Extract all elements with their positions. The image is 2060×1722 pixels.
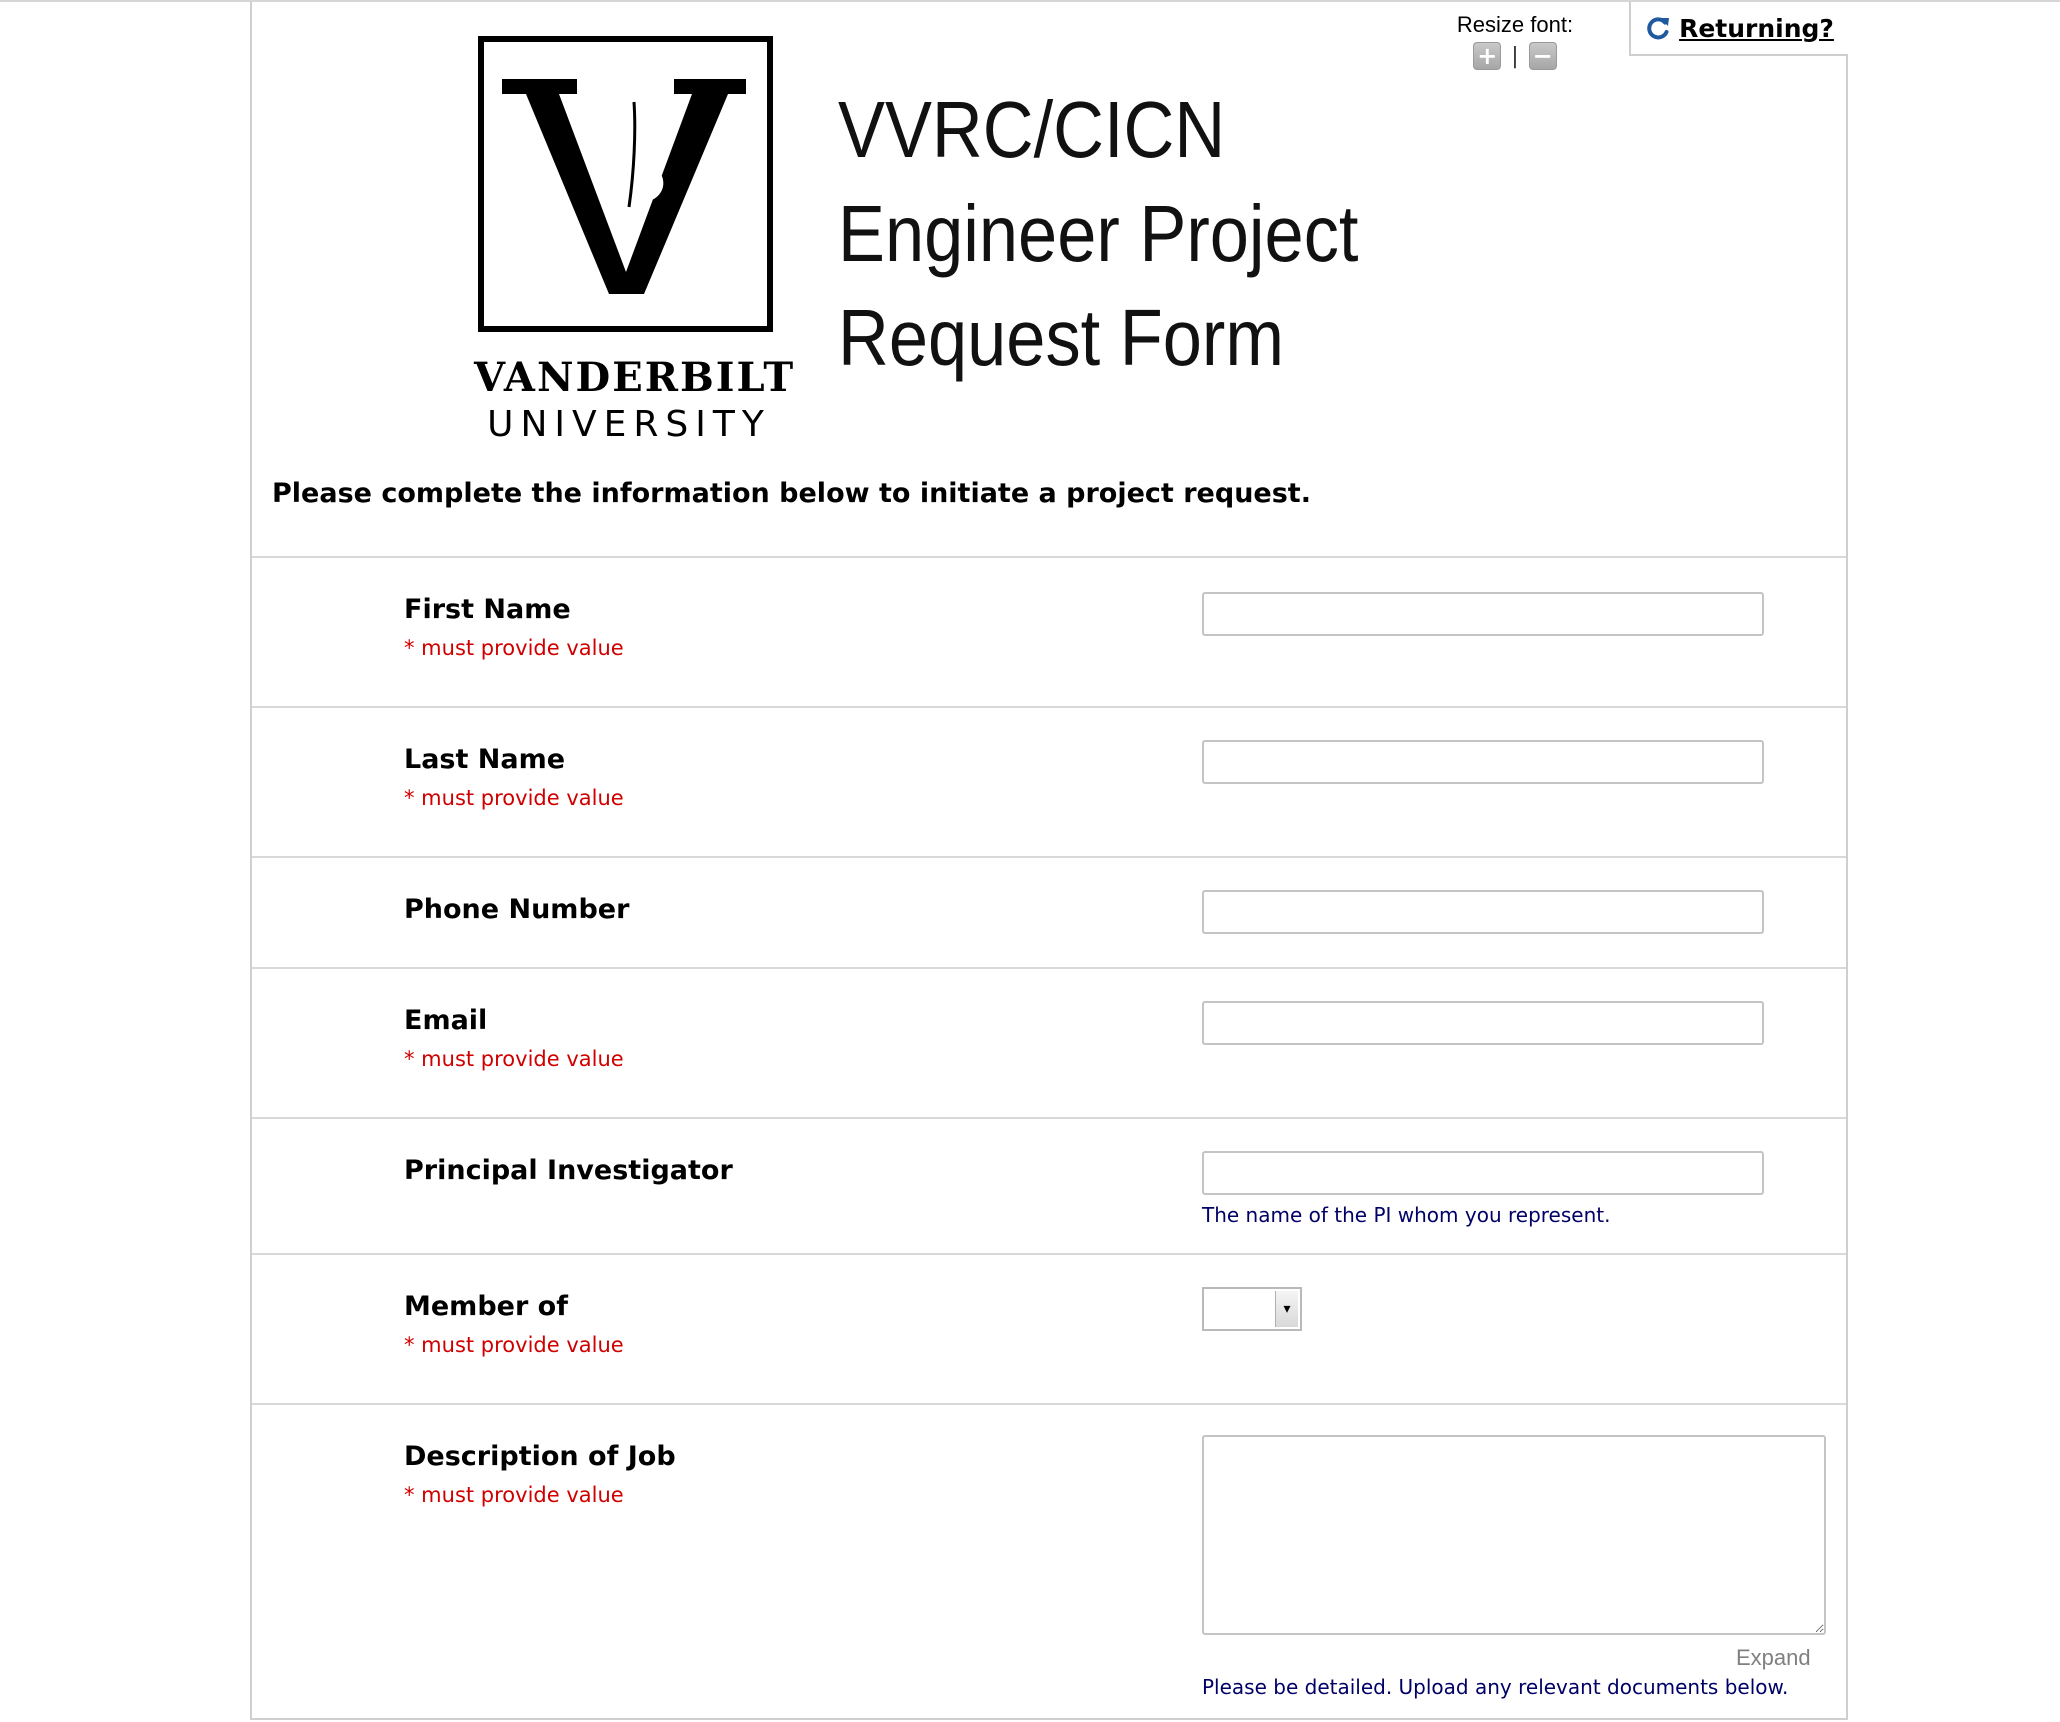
minus-icon: − bbox=[1532, 42, 1553, 70]
email-row: Email * must provide value bbox=[252, 967, 1846, 1117]
description-note: Please be detailed. Upload any relevant … bbox=[1202, 1675, 1789, 1699]
description-label: Description of Job bbox=[404, 1441, 676, 1472]
form-panel: Resize font: + | − Returning? VANDERBILT… bbox=[250, 2, 1848, 1720]
email-input[interactable] bbox=[1202, 1001, 1764, 1045]
expand-link[interactable]: Expand bbox=[1736, 1645, 1811, 1671]
decrease-font-button[interactable]: − bbox=[1528, 42, 1557, 70]
email-required-note: * must provide value bbox=[404, 1047, 624, 1071]
first-name-input[interactable] bbox=[1202, 592, 1764, 636]
member-of-row: Member of * must provide value ▾ bbox=[252, 1253, 1846, 1403]
plus-icon: + bbox=[1477, 42, 1498, 70]
resize-font-buttons: + | − bbox=[1440, 42, 1590, 70]
logo-university-subtitle: UNIVERSITY bbox=[487, 404, 771, 445]
increase-font-button[interactable]: + bbox=[1473, 42, 1502, 70]
logo-frame bbox=[478, 36, 773, 332]
title-line-2: Engineer Project bbox=[838, 189, 1359, 278]
description-textarea[interactable] bbox=[1202, 1435, 1826, 1635]
first-name-label: First Name bbox=[404, 594, 571, 625]
member-of-required-note: * must provide value bbox=[404, 1333, 624, 1357]
logo-university-name: VANDERBILT bbox=[474, 354, 796, 401]
principal-investigator-input[interactable] bbox=[1202, 1151, 1764, 1195]
phone-number-input[interactable] bbox=[1202, 890, 1764, 934]
last-name-row: Last Name * must provide value bbox=[252, 706, 1846, 856]
form-title: VVRC/CICN Engineer Project Request Form bbox=[838, 78, 1358, 390]
principal-investigator-label: Principal Investigator bbox=[404, 1155, 733, 1186]
member-of-select[interactable]: ▾ bbox=[1202, 1287, 1302, 1331]
caret-down-icon[interactable]: ▾ bbox=[1275, 1291, 1298, 1327]
resize-font-control: Resize font: + | − bbox=[1440, 12, 1590, 70]
last-name-label: Last Name bbox=[404, 744, 566, 775]
principal-investigator-note: The name of the PI whom you represent. bbox=[1202, 1203, 1611, 1227]
resize-separator: | bbox=[1511, 43, 1519, 69]
last-name-input[interactable] bbox=[1202, 740, 1764, 784]
member-of-label: Member of bbox=[404, 1291, 568, 1322]
first-name-required-note: * must provide value bbox=[404, 636, 624, 660]
description-required-note: * must provide value bbox=[404, 1483, 624, 1507]
intro-text: Please complete the information below to… bbox=[272, 478, 1311, 509]
title-line-3: Request Form bbox=[838, 293, 1285, 382]
oak-leaf-v-icon bbox=[502, 79, 746, 294]
email-label: Email bbox=[404, 1005, 488, 1036]
description-row: Description of Job * must provide value … bbox=[252, 1403, 1846, 1720]
principal-investigator-row: Principal Investigator The name of the P… bbox=[252, 1117, 1846, 1253]
returning-link[interactable]: Returning? bbox=[1629, 2, 1848, 56]
last-name-required-note: * must provide value bbox=[404, 786, 624, 810]
returning-label: Returning? bbox=[1679, 13, 1834, 43]
title-line-1: VVRC/CICN bbox=[838, 85, 1226, 174]
first-name-row: First Name * must provide value bbox=[252, 556, 1846, 706]
refresh-icon bbox=[1647, 17, 1670, 40]
resize-font-label: Resize font: bbox=[1456, 12, 1574, 37]
phone-number-row: Phone Number bbox=[252, 856, 1846, 967]
phone-number-label: Phone Number bbox=[404, 894, 630, 925]
